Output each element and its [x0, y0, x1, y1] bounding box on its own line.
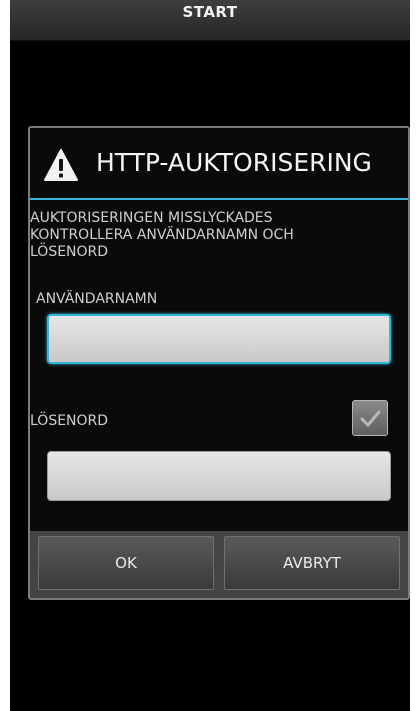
warning-triangle-icon — [44, 149, 78, 181]
checkmark-icon — [360, 410, 381, 427]
screen: START HTTP-AUKTORISERING AUKTORISERINGEN… — [10, 0, 410, 711]
http-auth-dialog: HTTP-AUKTORISERING AUKTORISERINGEN MISSL… — [28, 126, 410, 600]
username-input[interactable] — [47, 314, 391, 364]
dialog-header: HTTP-AUKTORISERING — [30, 128, 408, 198]
password-input[interactable] — [47, 451, 391, 501]
ok-button[interactable]: OK — [38, 536, 214, 590]
password-label: LÖSENORD — [30, 413, 109, 429]
status-title: START — [182, 3, 238, 21]
dialog-title: HTTP-AUKTORISERING — [96, 148, 372, 177]
error-message: AUKTORISERINGEN MISSLYCKADES KONTROLLERA… — [30, 210, 294, 260]
status-bar: START — [10, 0, 410, 41]
button-bar: OK AVBRYT — [30, 531, 408, 598]
show-password-checkbox[interactable] — [352, 400, 388, 436]
header-divider — [30, 198, 408, 200]
username-label: ANVÄNDARNAMN — [36, 291, 158, 307]
cancel-button[interactable]: AVBRYT — [224, 536, 400, 590]
